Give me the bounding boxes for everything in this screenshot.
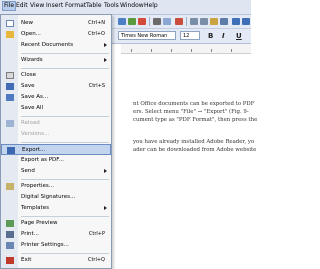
cut-icon[interactable] <box>190 18 198 25</box>
properties-icon <box>6 183 14 190</box>
menu-format[interactable]: Format <box>65 2 86 10</box>
menu-item-printer-settings[interactable]: Printer Settings... <box>1 240 111 251</box>
exit-icon <box>6 257 14 264</box>
preview-icon[interactable] <box>163 18 171 25</box>
document-line: cument type as "PDF Format", then press … <box>133 117 258 123</box>
toolbar-separator <box>186 17 187 26</box>
submenu-arrow-icon <box>104 206 107 210</box>
menu-item-print[interactable]: Print... Ctrl+P <box>1 229 111 240</box>
menu-separator <box>21 253 109 254</box>
print-icon[interactable] <box>153 18 161 25</box>
close-icon <box>6 72 14 79</box>
email-icon[interactable] <box>128 18 136 25</box>
menu-item-save-all[interactable]: Save All <box>1 103 111 114</box>
toolbar-separator <box>149 17 150 26</box>
menu-item-new[interactable]: New Ctrl+N <box>1 18 111 29</box>
export-icon <box>7 147 15 154</box>
undo-icon[interactable] <box>232 18 240 25</box>
menu-separator <box>21 179 109 180</box>
spellcheck-icon[interactable] <box>175 18 183 25</box>
menu-item-export-pdf[interactable]: Export as PDF... <box>1 155 111 166</box>
horizontal-ruler <box>121 44 251 54</box>
ruler-tick <box>231 49 232 52</box>
open-folder-icon <box>6 31 14 38</box>
document-line: ers. Select menu "File" → "Export" (Fig.… <box>133 109 249 115</box>
menu-help[interactable]: Help <box>144 2 158 10</box>
menu-item-exit[interactable]: Exit Ctrl+Q <box>1 255 111 266</box>
font-name-select[interactable]: Times New Roman <box>118 31 176 40</box>
pdf-icon[interactable] <box>138 18 146 25</box>
menu-item-page-preview[interactable]: Page Preview <box>1 218 111 229</box>
ruler-tick <box>151 49 152 52</box>
clone-format-icon[interactable] <box>220 18 228 25</box>
document-line: nt Office documents can be exported to P… <box>133 101 255 107</box>
menu-item-wizards[interactable]: Wizards <box>1 55 111 66</box>
menu-separator <box>21 116 109 117</box>
menu-item-reload: Reload <box>1 118 111 129</box>
page-preview-icon <box>6 220 14 227</box>
file-menu: New Ctrl+N Open... Ctrl+O Recent Documen… <box>0 14 112 269</box>
save-as-icon <box>6 94 14 101</box>
submenu-arrow-icon <box>104 58 107 62</box>
menu-edit[interactable]: Edit <box>16 2 28 10</box>
ruler-tick <box>211 49 212 52</box>
underline-button[interactable]: U <box>236 32 242 40</box>
menu-tools[interactable]: Tools <box>104 2 119 10</box>
menu-item-versions: Versions... <box>21 131 50 137</box>
edit-file-icon[interactable] <box>118 18 126 25</box>
submenu-arrow-icon <box>104 169 107 173</box>
menu-item-templates[interactable]: Templates <box>1 203 111 214</box>
menu-item-send[interactable]: Send <box>1 166 111 177</box>
menu-item-digital-signatures[interactable]: Digital Signatures... <box>1 192 111 203</box>
menu-item-close[interactable]: Close <box>1 70 111 81</box>
menu-separator <box>21 216 109 217</box>
menu-item-save-as[interactable]: Save As... <box>1 92 111 103</box>
save-icon <box>6 83 14 90</box>
menu-view[interactable]: View <box>30 2 44 10</box>
submenu-arrow-icon <box>104 43 107 47</box>
italic-button[interactable]: I <box>222 32 225 40</box>
menu-table[interactable]: Table <box>86 2 102 10</box>
ruler-tick <box>191 49 192 52</box>
document-line: ader can be downloaded from Adobe websit… <box>133 147 257 153</box>
ruler-tick <box>171 49 172 52</box>
printer-settings-icon <box>6 242 14 249</box>
menu-separator <box>21 142 109 143</box>
menu-file[interactable]: File <box>2 1 17 11</box>
menu-separator <box>21 53 109 54</box>
font-size-select[interactable]: 12 <box>180 31 200 40</box>
copy-icon[interactable] <box>200 18 208 25</box>
reload-icon <box>6 120 14 127</box>
menu-item-properties[interactable]: Properties... <box>1 181 111 192</box>
menu-separator <box>21 68 109 69</box>
print-icon <box>6 231 14 238</box>
document-line: you have already installed Adobe Reader,… <box>133 139 255 145</box>
new-icon <box>6 20 14 27</box>
redo-icon[interactable] <box>242 18 250 25</box>
menu-insert[interactable]: Insert <box>46 2 63 10</box>
menu-item-save[interactable]: Save Ctrl+S <box>1 81 111 92</box>
ruler-tick <box>131 49 132 52</box>
bold-button[interactable]: B <box>208 32 213 40</box>
menu-bar: File Edit View Insert Format Table Tools… <box>0 0 251 15</box>
menu-item-open[interactable]: Open... Ctrl+O <box>1 29 111 40</box>
menu-item-recent-documents[interactable]: Recent Documents <box>1 40 111 51</box>
menu-window[interactable]: Window <box>120 2 144 10</box>
menu-item-export[interactable]: Export... <box>1 144 111 155</box>
paste-icon[interactable] <box>210 18 218 25</box>
